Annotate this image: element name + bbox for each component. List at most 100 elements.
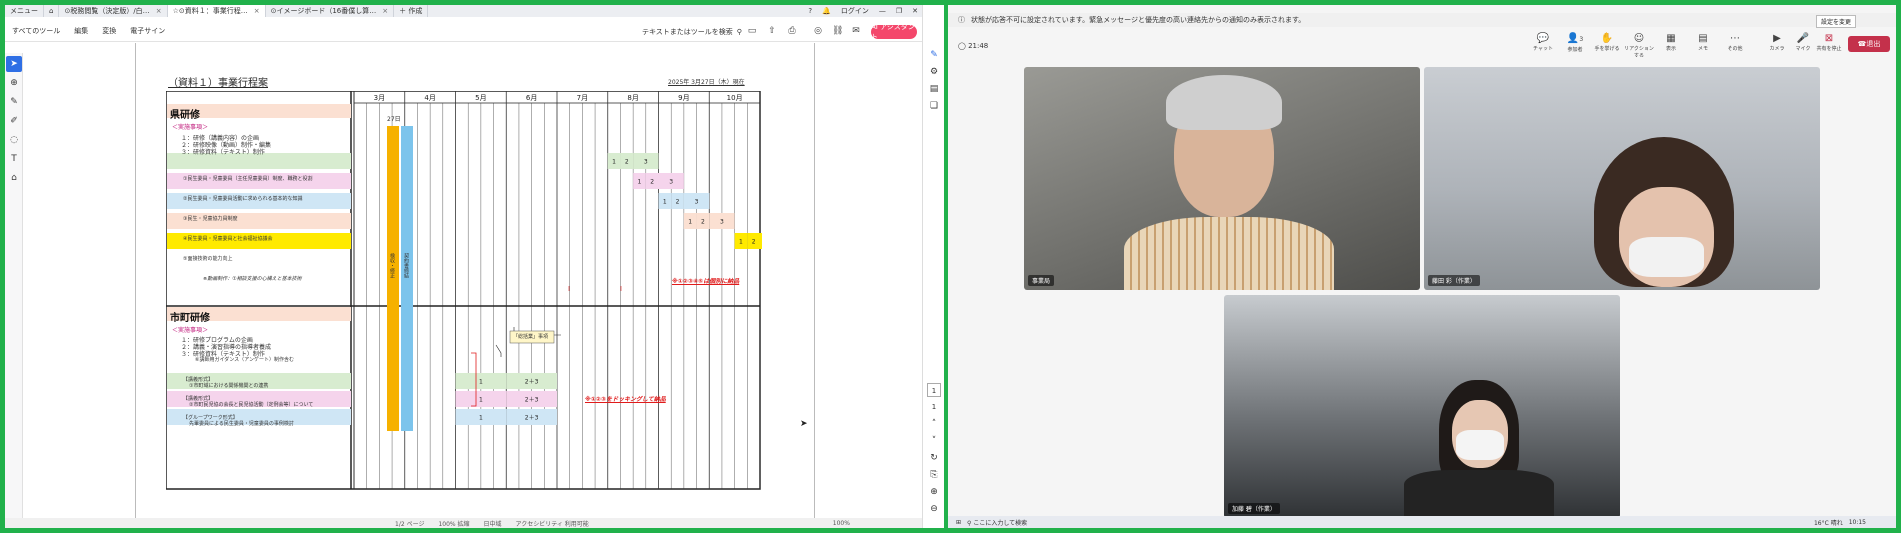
close-window-icon[interactable]: ✕ [912, 7, 918, 15]
weather-widget[interactable]: 16°C 晴れ [1814, 518, 1843, 527]
month-label: 5月 [475, 94, 486, 102]
stop-share-button[interactable]: ⊠ 共有を停止 [1814, 33, 1844, 52]
chevron-up-icon[interactable]: ˄ [927, 417, 941, 431]
step-number: 1 [612, 159, 616, 166]
left-toolbar: ➤ ⊕ ✎ ✐ ◌ T ⌂ [5, 53, 23, 523]
menu-esign[interactable]: 電子サイン [123, 26, 172, 36]
change-settings-button[interactable]: 設定を変更 [1815, 15, 1856, 28]
select-arrow-icon[interactable]: ➤ [6, 56, 22, 72]
people-icon: 👤3 [1566, 33, 1584, 44]
section-b-title: 市町研修 [170, 313, 210, 324]
settings-icon[interactable]: ⚙ [927, 65, 941, 79]
view-button[interactable]: ▦ 表示 [1656, 33, 1686, 52]
dnd-notice-text: 状態が応答不可に設定されています。緊急メッセージと優先度の高い連絡先からの通知の… [971, 16, 1306, 24]
document-title: （資料１）事業行程案 [168, 78, 268, 89]
close-icon[interactable]: × [254, 7, 260, 15]
chevron-down-icon[interactable]: ˅ [927, 434, 941, 448]
text-box-icon[interactable]: T [6, 151, 22, 167]
start-icon[interactable]: ⊞ [956, 519, 961, 526]
status-scroll: 日中域 [483, 520, 502, 528]
refresh-icon[interactable]: ↻ [927, 451, 941, 465]
participant-count: 3 [1579, 36, 1584, 43]
upload-icon[interactable]: ⇧ [767, 26, 777, 36]
highlighter-icon[interactable]: ✐ [6, 113, 22, 129]
step-cell [760, 233, 762, 249]
step-number: 2 [701, 219, 705, 226]
people-button[interactable]: 👤3 参加者 [1560, 33, 1590, 53]
status-zoom-b[interactable]: 100% [833, 520, 850, 527]
step-number: 1 [663, 199, 667, 206]
stamp-icon[interactable]: ⌂ [6, 170, 22, 186]
bell-icon[interactable]: 🔔 [822, 7, 831, 15]
step-number: 3 [695, 199, 699, 206]
menu-all-tools[interactable]: すべてのツール [5, 26, 67, 36]
save-icon[interactable]: ⎘ [927, 468, 941, 482]
ai-assistant-button[interactable]: AI アシスタント [871, 23, 917, 41]
row-label: ①民生委員・児童委員（主任児童委員）制度、職務と役割 [183, 176, 313, 182]
review-bar-label: 検収・修正 [389, 253, 395, 278]
page-view-icon[interactable]: ▭ [747, 26, 757, 36]
tab-menu[interactable]: メニュー [5, 5, 44, 17]
close-icon[interactable]: × [382, 7, 388, 15]
share-icon[interactable]: ◎ [813, 26, 823, 36]
pen-icon[interactable]: ✎ [6, 94, 22, 110]
login-link[interactable]: ログイン [841, 6, 869, 16]
step-number: 1 [479, 379, 483, 386]
video-stage: 事業局 藤田 彩（作業） 加藤 碧（作業） [948, 57, 1896, 525]
contract-bar-label: 契約書締結 [403, 253, 409, 278]
step-number: 2 [650, 179, 654, 186]
notes-button[interactable]: ▤ メモ [1688, 33, 1718, 52]
windows-taskbar: ⊞ ⚲ ここに入力して検索 16°C 晴れ 10:15 [948, 516, 1896, 528]
maximize-icon[interactable]: ❐ [896, 7, 902, 15]
participant-mask [1629, 237, 1704, 277]
print-icon[interactable]: ⎙ [787, 26, 797, 36]
step-number: 2＋3 [525, 415, 539, 422]
mail-icon[interactable]: ✉ [851, 26, 861, 36]
menu-convert[interactable]: 変換 [95, 26, 123, 36]
video-tile[interactable]: 藤田 彩（作業） [1424, 67, 1820, 290]
raise-hand-button[interactable]: ✋ 手を挙げる [1592, 33, 1622, 52]
tab-document-1[interactable]: ⊙税務閲覧（決定版）/白… × [59, 5, 168, 17]
leave-button[interactable]: ☎ 退出 [1848, 36, 1890, 52]
step-number: 2＋3 [525, 379, 539, 386]
link-icon[interactable]: ⛓ [832, 26, 843, 36]
tab-document-3[interactable]: ⊙イメージボード（16番僕し算… × [266, 5, 395, 17]
status-zoom-a[interactable]: 100% 拡縮 [438, 519, 469, 528]
menu-edit[interactable]: 編集 [67, 26, 95, 36]
step-number: 3 [720, 219, 724, 226]
tool-search[interactable]: テキストまたはツールを検索 ⚲ [642, 27, 742, 37]
participant-name: 加藤 碧（作業） [1228, 503, 1280, 514]
search-icon: ⚲ [736, 28, 742, 36]
page-number-box[interactable]: 1 [927, 383, 941, 397]
page-total: 1 [931, 403, 937, 411]
ai-assistant-label: AI アシスタント [871, 23, 915, 41]
video-tile[interactable]: 加藤 碧（作業） [1224, 295, 1620, 518]
help-icon[interactable]: ? [808, 7, 812, 15]
month-label: 10月 [727, 94, 743, 102]
lasso-icon[interactable]: ◌ [6, 132, 22, 148]
row-label: ③民生・児童協力員制度 [183, 216, 238, 222]
minimize-icon[interactable]: — [879, 7, 886, 15]
participant-shirt [1124, 217, 1334, 290]
tab-home[interactable]: ⌂ [44, 5, 60, 17]
comment-icon[interactable]: ✎ [927, 48, 941, 62]
react-button[interactable]: ☺ リアクションする [1624, 33, 1654, 59]
taskbar-search-text: ここに入力して検索 [973, 519, 1028, 527]
close-icon[interactable]: × [156, 7, 162, 15]
step-number: 1 [479, 397, 483, 404]
zoom-icon[interactable]: ⊕ [6, 75, 22, 91]
tab-label: ⊙イメージボード（16番僕し算… [270, 7, 377, 15]
document-icon[interactable]: ▤ [927, 82, 941, 96]
zoom-in-icon[interactable]: ⊕ [927, 485, 941, 499]
more-button[interactable]: ⋯ その他 [1720, 33, 1750, 52]
copy-icon[interactable]: ❏ [927, 99, 941, 113]
month-label: 9月 [678, 94, 689, 102]
meeting-timer: ◯ 21:48 [958, 42, 988, 50]
zoom-out-icon[interactable]: ⊖ [927, 502, 941, 516]
tab-document-2[interactable]: ☆ ⊙資料１：事業行程… × [167, 5, 266, 17]
taskbar-search[interactable]: ⚲ ここに入力して検索 [967, 518, 1027, 527]
tab-create[interactable]: ＋ 作成 [394, 5, 429, 17]
chat-button[interactable]: 💬 チャット [1528, 33, 1558, 52]
video-tile[interactable]: 事業局 [1024, 67, 1420, 290]
clock[interactable]: 10:15 [1849, 519, 1866, 526]
